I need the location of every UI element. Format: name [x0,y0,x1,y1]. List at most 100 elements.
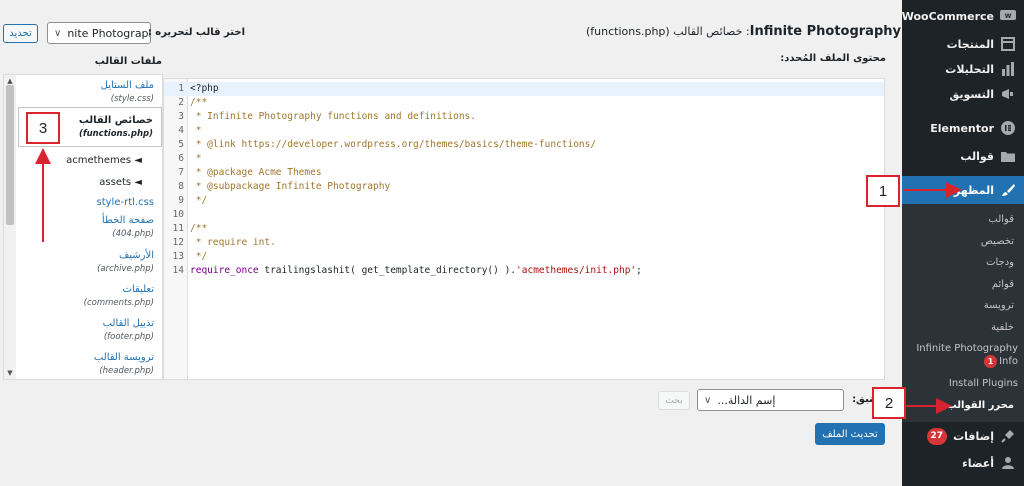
code-line[interactable]: 11 /** [164,222,884,236]
megaphone-icon [1000,86,1016,102]
code-line[interactable]: 2 /** [164,96,884,110]
file-item-archive-php[interactable]: الأرشيف (archive.php) [18,249,162,275]
bar-chart-icon [1000,61,1016,77]
chevron-down-icon: ∨ [54,27,62,39]
code-token: */ [190,195,208,206]
code-token: trailingslashit( get_template_directory(… [258,265,517,276]
code-token: * @subpackage Infinite Photography [190,181,391,192]
code-token: * [190,153,202,164]
code-editor[interactable]: 1 <?php 2 /** 3 * Infinite Photography funct… [163,78,885,380]
submenu-install-plugins[interactable]: Install Plugins [902,377,1024,390]
sidebar-item-marketing[interactable]: التسويق [902,80,1024,108]
code-line[interactable]: 4 * [164,124,884,138]
submenu-widgets[interactable]: ودجات [902,256,1024,269]
code-line[interactable]: 5 * @link https://developer.wordpress.or… [164,138,884,152]
file-item-header-php[interactable]: ترويسة القالب (header.php) [18,351,162,377]
line-number: 10 [172,209,184,220]
folder-acmethemes[interactable]: acmethemes ◄ [18,154,162,168]
page-title: : خصائص القالب (functions.php)Infinite P… [586,24,901,39]
products-box-icon [1000,36,1016,52]
code-token: /** [190,223,208,234]
lookup-button[interactable]: بحث [658,391,690,410]
code-line[interactable]: 8 * @subpackage Infinite Photography [164,180,884,194]
scroll-down-arrow-icon[interactable]: ▼ [6,369,14,377]
submenu-background[interactable]: خلفية [902,321,1024,334]
function-lookup-select[interactable]: ∨ إسم الدالة... [697,389,844,411]
sidebar-item-woocommerce[interactable]: W WooCommerce [902,2,1024,30]
submenu-theme-info[interactable]: Infinite Photography Info 1 [902,342,1024,368]
code-line[interactable]: 6 * [164,152,884,166]
code-token: */ [190,251,208,262]
code-line[interactable]: 12 * require int. [164,236,884,250]
submenu-menus[interactable]: قوائم [902,278,1024,291]
sidebar-item-users[interactable]: أعضاء [902,449,1024,477]
line-number: 2 [178,97,184,108]
file-item-style-css[interactable]: ملف الستايل (style.css) [18,79,162,105]
page-title-theme: Infinite Photography [749,24,901,39]
file-item-style-rtl-css[interactable]: style-rtl.css [18,196,162,210]
code-line[interactable]: 1 <?php [164,82,884,96]
submenu-themes[interactable]: قوالب [902,213,1024,226]
code-line[interactable]: 13 */ [164,250,884,264]
theme-select[interactable]: ∨ nite Photography [47,22,151,44]
update-file-button[interactable]: تحديث الملف [815,423,885,445]
submenu-theme-editor[interactable]: محرر القوالب [902,399,1024,412]
function-lookup-placeholder: إسم الدالة... [717,393,776,407]
theme-files-label: ملفات القالب [94,56,162,67]
selected-file-label: محتوى الملف المُحدد: [780,53,886,64]
submenu-header[interactable]: ترويسة [902,299,1024,312]
select-theme-label: اختر قالب لتحريره : [147,27,245,38]
line-number: 3 [178,111,184,122]
page-title-rest: : خصائص القالب (functions.php) [586,25,750,38]
code-token: 'acmethemes/init.php' [516,265,637,276]
code-line[interactable]: 7 * @package Acme Themes [164,166,884,180]
users-icon [1000,455,1016,471]
scroll-up-arrow-icon[interactable]: ▲ [6,77,14,85]
code-token: /** [190,97,208,108]
file-item-comments-php[interactable]: تعليقات (comments.php) [18,283,162,309]
sidebar-item-elementor[interactable]: Elementor [902,114,1024,142]
line-number: 12 [172,237,184,248]
sidebar-item-appearance[interactable]: المظهر [895,176,1024,204]
sidebar-item-products[interactable]: المنتجات [902,30,1024,58]
callout-3: 3 [26,112,60,144]
line-number: 5 [178,139,184,150]
line-number: 4 [178,125,184,136]
theme-info-badge: 1 [984,355,997,368]
admin-sidebar: W WooCommerce المنتجات التحليلات التسويق… [895,0,1024,486]
select-theme-button[interactable]: تحديد [3,24,38,43]
sidebar-item-analytics[interactable]: التحليلات [902,55,1024,83]
code-line[interactable]: 10 [164,208,884,222]
plugin-icon [1000,428,1016,444]
code-token: * [190,125,202,136]
code-token: ; [636,265,642,276]
woocommerce-icon: W [1000,8,1016,24]
line-number: 14 [172,265,184,276]
line-number: 6 [178,153,184,164]
line-number: 11 [172,223,184,234]
paintbrush-icon [1000,182,1016,198]
submenu-customize[interactable]: تخصيص [902,235,1024,248]
line-number: 7 [178,167,184,178]
theme-info-label: Infinite Photography Info [916,343,1018,367]
code-line[interactable]: 3 * Infinite Photography functions and d… [164,110,884,124]
file-list-scrollbar[interactable]: ▲ ▼ [4,75,16,379]
code-line[interactable]: 9 */ [164,194,884,208]
line-number: 1 [178,83,184,94]
file-item-404-php[interactable]: صفحة الخطأ (404.php) [18,214,162,240]
code-token: <?php [190,83,219,94]
theme-select-value: nite Photography [67,26,150,40]
scroll-thumb[interactable] [6,85,14,225]
code-token: * require int. [190,237,276,248]
folder-assets[interactable]: assets ◄ [18,176,162,190]
folder-icon [1000,148,1016,164]
callout-1: 1 [866,175,900,207]
main-content: تحديد ∨ nite Photography اختر قالب لتحري… [0,0,902,486]
sidebar-item-plugins[interactable]: إضافات 27 [902,422,1024,450]
code-token: * Infinite Photography functions and def… [190,111,476,122]
sidebar-item-templates[interactable]: قوالب [902,142,1024,170]
file-item-footer-php[interactable]: تذييل القالب (footer.php) [18,317,162,343]
code-line[interactable]: 14 require_once trailingslashit( get_temp… [164,264,884,278]
code-token: require_once [190,265,259,276]
line-number: 13 [172,251,184,262]
